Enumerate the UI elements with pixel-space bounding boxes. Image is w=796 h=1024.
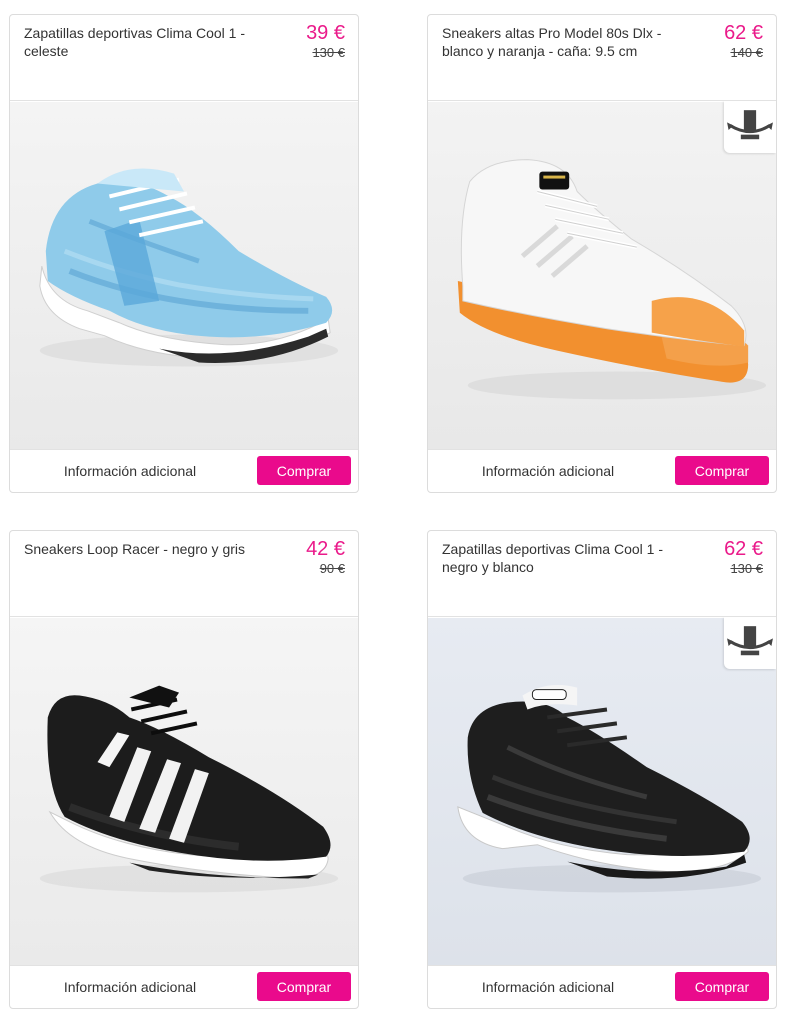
buy-button[interactable]: Comprar: [257, 456, 351, 485]
product-title: Sneakers altas Pro Model 80s Dlx - blanc…: [442, 25, 662, 59]
product-old-price: 90 €: [319, 561, 345, 576]
product-title: Zapatillas deportivas Clima Cool 1 - neg…: [442, 541, 663, 575]
product-header: Sneakers altas Pro Model 80s Dlx - blanc…: [428, 15, 776, 101]
product-footer: Información adicional Comprar: [10, 965, 358, 1008]
shoe-image: [10, 102, 358, 450]
product-image[interactable]: [428, 101, 776, 451]
more-info-link[interactable]: Información adicional: [428, 966, 668, 1008]
product-title: Sneakers Loop Racer - negro y gris: [24, 541, 245, 557]
360-view-icon: [727, 626, 773, 656]
360-view-icon: [727, 110, 773, 140]
product-image[interactable]: [10, 617, 358, 967]
product-card: Sneakers altas Pro Model 80s Dlx - blanc…: [427, 14, 777, 493]
product-image[interactable]: [428, 617, 776, 967]
product-image[interactable]: [10, 101, 358, 451]
360-view-button[interactable]: [724, 101, 776, 153]
product-footer: Información adicional Comprar: [10, 449, 358, 492]
buy-button[interactable]: Comprar: [675, 972, 769, 1001]
product-footer: Información adicional Comprar: [428, 965, 776, 1008]
product-price-block: 42 € 90 €: [306, 538, 345, 577]
more-info-link[interactable]: Información adicional: [10, 966, 250, 1008]
product-footer: Información adicional Comprar: [428, 449, 776, 492]
product-card: Zapatillas deportivas Clima Cool 1 - cel…: [9, 14, 359, 493]
product-old-price: 130 €: [730, 561, 763, 576]
product-card: Sneakers Loop Racer - negro y gris 42 € …: [9, 530, 359, 1009]
more-info-link[interactable]: Información adicional: [428, 450, 668, 492]
buy-button[interactable]: Comprar: [257, 972, 351, 1001]
360-view-button[interactable]: [724, 617, 776, 669]
shoe-image: [10, 618, 358, 966]
product-price: 42 €: [306, 538, 345, 560]
more-info-link[interactable]: Información adicional: [10, 450, 250, 492]
shoe-image: [428, 618, 776, 966]
product-price-block: 62 € 130 €: [724, 538, 763, 577]
product-price: 39 €: [306, 22, 345, 44]
product-header: Sneakers Loop Racer - negro y gris 42 € …: [10, 531, 358, 617]
buy-button[interactable]: Comprar: [675, 456, 769, 485]
product-price-block: 62 € 140 €: [724, 22, 763, 61]
product-old-price: 140 €: [730, 45, 763, 60]
product-price-block: 39 € 130 €: [306, 22, 345, 61]
product-price: 62 €: [724, 538, 763, 560]
product-old-price: 130 €: [312, 45, 345, 60]
product-title: Zapatillas deportivas Clima Cool 1 - cel…: [24, 25, 245, 59]
shoe-image: [428, 102, 776, 450]
product-header: Zapatillas deportivas Clima Cool 1 - neg…: [428, 531, 776, 617]
product-price: 62 €: [724, 22, 763, 44]
product-header: Zapatillas deportivas Clima Cool 1 - cel…: [10, 15, 358, 101]
product-card: Zapatillas deportivas Clima Cool 1 - neg…: [427, 530, 777, 1009]
